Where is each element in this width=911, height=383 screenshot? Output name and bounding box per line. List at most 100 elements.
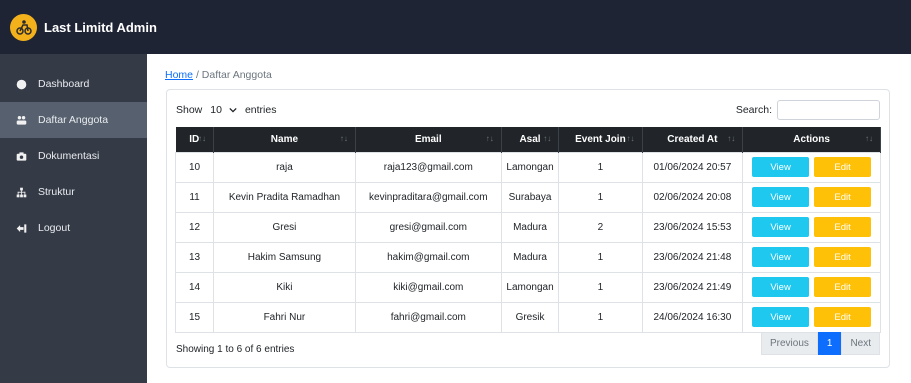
members-card: Show 10 entries Search: ID ↑↓ Name ↑↓ Emai…: [166, 89, 890, 368]
search-input[interactable]: [777, 100, 880, 120]
users-icon: [15, 114, 27, 126]
page-1-button[interactable]: 1: [817, 332, 842, 355]
column-header-email[interactable]: Email ↑↓: [355, 127, 502, 152]
column-header-created-at[interactable]: Created At ↑↓: [642, 127, 744, 152]
cell-asal: Surabaya: [500, 181, 560, 213]
cell-created-at: 02/06/2024 20:08: [641, 181, 744, 213]
sidebar-item-label: Logout: [38, 222, 71, 234]
breadcrumb: Home / Daftar Anggota: [165, 69, 272, 81]
cell-email: fahri@gmail.com: [354, 301, 502, 333]
sort-icon: ↑↓: [626, 133, 635, 143]
sort-icon: ↑↓: [339, 133, 348, 143]
cell-name: Gresi: [213, 211, 356, 243]
cell-asal: Lamongan: [500, 151, 560, 183]
table-row: 10 raja raja123@gmail.com Lamongan 1 01/…: [174, 151, 881, 183]
sidebar-item-daftar-anggota[interactable]: Daftar Anggota: [0, 102, 147, 138]
cell-name: Fahri Nur: [213, 301, 356, 333]
cell-actions: View Edit: [742, 151, 881, 183]
table-header-row: ID ↑↓ Name ↑↓ Email ↑↓ Asal ↑↓ Event Join ↑↓ …: [175, 127, 881, 152]
camera-icon: [15, 150, 27, 162]
view-button[interactable]: View: [752, 217, 810, 237]
cell-actions: View Edit: [742, 301, 881, 333]
search-control: Search:: [736, 100, 880, 120]
column-header-id[interactable]: ID ↑↓: [175, 127, 215, 152]
edit-button[interactable]: Edit: [814, 217, 872, 237]
search-label: Search:: [735, 104, 772, 116]
cell-name: Kiki: [213, 271, 356, 303]
table-row: 15 Fahri Nur fahri@gmail.com Gresik 1 24…: [174, 301, 881, 333]
view-button[interactable]: View: [752, 307, 810, 327]
sort-icon: ↑↓: [543, 133, 552, 143]
edit-button[interactable]: Edit: [814, 247, 872, 267]
cell-event-join: 1: [558, 271, 643, 303]
edit-button[interactable]: Edit: [814, 307, 872, 327]
sort-icon: ↑↓: [485, 133, 494, 143]
entries-label: entries: [244, 103, 277, 116]
sidebar-item-dokumentasi[interactable]: Dokumentasi: [0, 138, 147, 174]
cell-email: gresi@gmail.com: [354, 211, 502, 243]
cell-asal: Gresik: [500, 301, 560, 333]
sidebar-item-label: Daftar Anggota: [38, 114, 109, 126]
cell-email: kevinpraditara@gmail.com: [354, 181, 502, 213]
edit-button[interactable]: Edit: [814, 277, 872, 297]
cell-event-join: 1: [558, 151, 643, 183]
view-button[interactable]: View: [752, 247, 810, 267]
cell-id: 12: [174, 211, 215, 243]
view-button[interactable]: View: [752, 187, 810, 207]
cell-event-join: 1: [558, 301, 643, 333]
app-title[interactable]: Last Limitd Admin: [44, 20, 157, 35]
column-header-name[interactable]: Name ↑↓: [213, 127, 356, 152]
cell-actions: View Edit: [742, 271, 881, 303]
column-header-event-join[interactable]: Event Join ↑↓: [558, 127, 643, 152]
cell-id: 15: [174, 301, 215, 333]
edit-button[interactable]: Edit: [814, 187, 872, 207]
entries-select[interactable]: 10: [206, 101, 241, 118]
view-button[interactable]: View: [752, 277, 810, 297]
cell-id: 13: [174, 241, 215, 273]
table-info: Showing 1 to 6 of 6 entries: [176, 344, 295, 355]
cell-created-at: 23/06/2024 21:48: [641, 241, 744, 273]
view-button[interactable]: View: [752, 157, 810, 177]
sidebar-item-logout[interactable]: Logout: [0, 210, 147, 246]
cell-event-join: 2: [558, 211, 643, 243]
cell-actions: View Edit: [742, 211, 881, 243]
sidebar-item-label: Dashboard: [38, 78, 90, 90]
breadcrumb-home-link[interactable]: Home: [165, 69, 193, 81]
cell-id: 14: [174, 271, 215, 303]
main-content: Home / Daftar Anggota Show 10 entries Se…: [147, 54, 911, 383]
sidebar-item-label: Struktur: [38, 186, 75, 198]
cell-asal: Lamongan: [500, 271, 560, 303]
table-row: 14 Kiki kiki@gmail.com Lamongan 1 23/06/…: [174, 271, 881, 303]
sidebar: Dashboard Daftar Anggota Dokumentasi Str…: [0, 54, 147, 383]
cell-id: 10: [174, 151, 215, 183]
breadcrumb-separator: /: [195, 69, 199, 81]
cell-created-at: 01/06/2024 20:57: [641, 151, 744, 183]
breadcrumb-current: Daftar Anggota: [201, 69, 272, 81]
next-page-button[interactable]: Next: [841, 332, 880, 355]
edit-button[interactable]: Edit: [814, 157, 872, 177]
sort-icon: ↑↓: [727, 133, 736, 143]
cell-created-at: 23/06/2024 15:53: [641, 211, 744, 243]
table-row: 12 Gresi gresi@gmail.com Madura 2 23/06/…: [174, 211, 881, 243]
cell-name: raja: [213, 151, 356, 183]
dashboard-icon: [15, 78, 27, 90]
top-navbar: Last Limitd Admin: [0, 0, 911, 54]
table-row: 13 Hakim Samsung hakim@gmail.com Madura …: [174, 241, 881, 273]
cell-email: raja123@gmail.com: [354, 151, 502, 183]
column-header-asal[interactable]: Asal ↑↓: [501, 127, 560, 152]
entries-control: Show 10 entries: [176, 101, 276, 118]
cell-email: hakim@gmail.com: [354, 241, 502, 273]
previous-page-button[interactable]: Previous: [760, 332, 818, 355]
cell-name: Kevin Pradita Ramadhan: [213, 181, 356, 213]
sidebar-item-dashboard[interactable]: Dashboard: [0, 66, 147, 102]
sidebar-item-struktur[interactable]: Struktur: [0, 174, 147, 210]
column-header-actions[interactable]: Actions ↑↓: [742, 127, 881, 152]
cell-email: kiki@gmail.com: [354, 271, 502, 303]
cell-actions: View Edit: [742, 241, 881, 273]
sitemap-icon: [15, 186, 27, 198]
pagination: Previous 1 Next: [760, 332, 880, 355]
chevron-down-icon: [229, 107, 237, 113]
sort-icon: ↑↓: [865, 133, 873, 143]
logout-icon: [15, 222, 27, 234]
cell-asal: Madura: [500, 211, 560, 243]
